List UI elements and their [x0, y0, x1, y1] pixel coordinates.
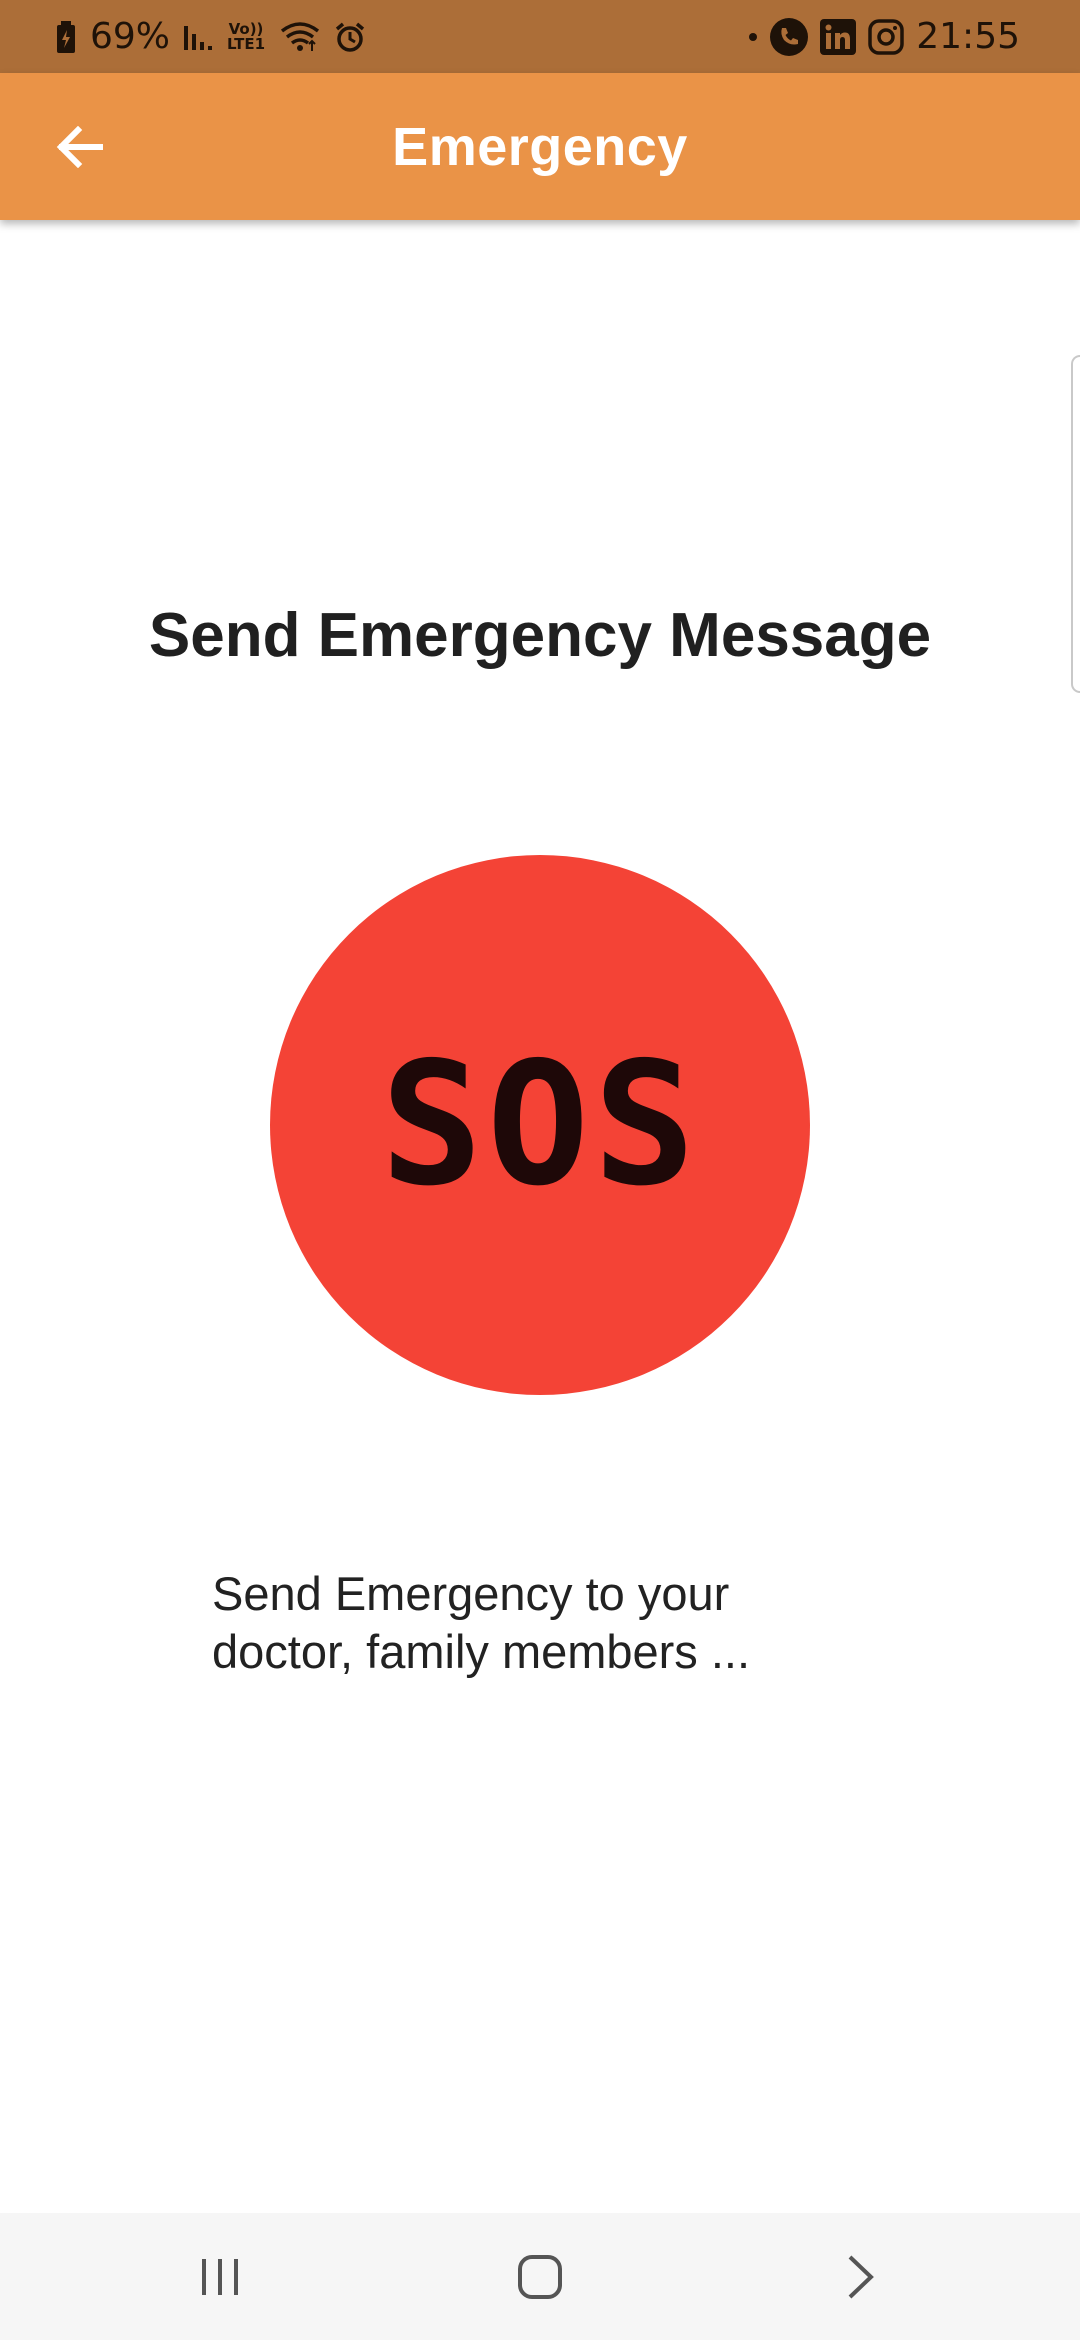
linkedin-icon — [820, 18, 857, 55]
recent-apps-button[interactable] — [160, 2227, 280, 2327]
page-title: Emergency — [392, 116, 688, 177]
status-bar: 69% Vo)) LTE1 21:55 — [0, 0, 1080, 73]
recent-apps-icon — [202, 2258, 238, 2295]
volte-icon: Vo)) LTE1 — [226, 21, 266, 53]
arrow-left-icon — [56, 126, 103, 168]
nav-back-button[interactable] — [800, 2227, 920, 2327]
emergency-screen: 69% Vo)) LTE1 21:55 Emergency Send Emerg… — [0, 0, 1080, 2340]
home-icon — [518, 2254, 562, 2299]
volte-bottom-text: LTE1 — [227, 34, 266, 53]
sos-label: SOS — [380, 1026, 700, 1224]
app-bar: Emergency — [0, 73, 1080, 220]
system-nav-bar — [0, 2213, 1080, 2340]
battery-percent: 69% — [90, 16, 171, 57]
alarm-icon — [334, 21, 366, 53]
instagram-icon — [868, 18, 904, 55]
signal-icon — [184, 22, 213, 52]
notification-dot-icon — [748, 32, 758, 42]
back-button[interactable] — [40, 107, 120, 187]
description-text: Send Emergency to your doctor, family me… — [212, 1567, 751, 1678]
wifi-icon — [280, 21, 320, 53]
home-button[interactable] — [480, 2227, 600, 2327]
status-right-group: 21:55 — [748, 16, 1020, 57]
section-heading: Send Emergency Message — [148, 601, 932, 670]
back-icon — [848, 2255, 874, 2298]
clock-time: 21:55 — [916, 16, 1020, 57]
battery-charging-icon — [56, 20, 76, 53]
phone-icon — [770, 17, 809, 56]
sos-button[interactable]: SOS — [270, 855, 810, 1395]
status-left-group: 69% Vo)) LTE1 — [56, 16, 366, 57]
